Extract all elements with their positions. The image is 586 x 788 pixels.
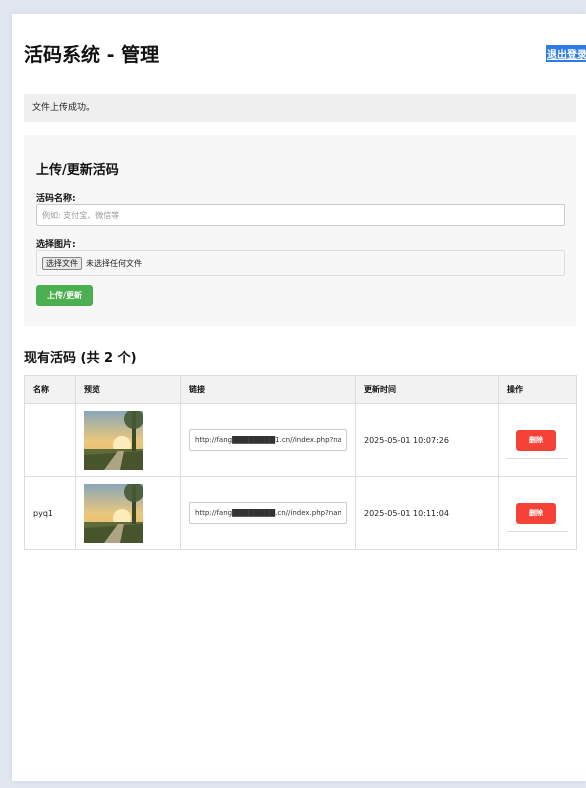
name-input[interactable]	[36, 204, 565, 226]
header-action: 操作	[498, 375, 577, 404]
codes-table: 名称 预览 链接 更新时间 操作 http://fang████████1.cn…	[24, 375, 577, 550]
upload-button[interactable]: 上传/更新	[36, 285, 93, 306]
table-header-row: 名称 预览 链接 更新时间 操作	[24, 375, 577, 404]
code-link-field[interactable]	[189, 429, 347, 451]
code-action-cell: 删除	[498, 476, 577, 550]
code-time: 2025-05-01 10:11:04	[355, 476, 499, 550]
table-row: pyq1 http://fang████████.cn//index.php?n…	[24, 476, 577, 550]
header-preview: 预览	[75, 375, 181, 404]
header-time: 更新时间	[355, 375, 499, 404]
upload-form: 上传/更新活码 活码名称: 选择图片: 选择文件 未选择任何文件 上传/更新	[24, 135, 576, 326]
code-name	[24, 403, 76, 477]
codes-title: 现有活码 (共 2 个)	[24, 351, 137, 366]
code-preview	[75, 403, 181, 477]
code-link-field[interactable]	[189, 502, 347, 524]
delete-button[interactable]: 删除	[516, 429, 556, 451]
header-link: 链接	[180, 375, 356, 404]
code-name: pyq1	[24, 476, 76, 550]
upload-title: 上传/更新活码	[36, 163, 119, 178]
header-name: 名称	[24, 375, 76, 404]
code-link-cell	[180, 476, 356, 550]
sunset-thumbnail	[84, 410, 143, 470]
delete-button[interactable]: 删除	[516, 502, 556, 524]
code-link-cell	[180, 403, 356, 477]
name-label: 活码名称:	[36, 194, 76, 204]
sunset-thumbnail	[84, 483, 143, 543]
success-message: 文件上传成功。	[24, 94, 576, 122]
file-status: 未选择任何文件	[86, 259, 142, 268]
code-action-cell: 删除	[498, 403, 577, 477]
page-title: 活码系统 - 管理	[24, 44, 160, 66]
code-time: 2025-05-01 10:07:26	[355, 403, 499, 477]
choose-file-button[interactable]: 选择文件	[42, 257, 82, 270]
code-preview	[75, 476, 181, 550]
file-picker: 选择文件 未选择任何文件	[36, 250, 565, 276]
file-label: 选择图片:	[36, 240, 76, 250]
header: 活码系统 - 管理 退出登录	[24, 40, 586, 68]
table-row: 2025-05-01 10:07:26 删除	[24, 403, 577, 477]
logout-link[interactable]: 退出登录	[546, 45, 586, 62]
